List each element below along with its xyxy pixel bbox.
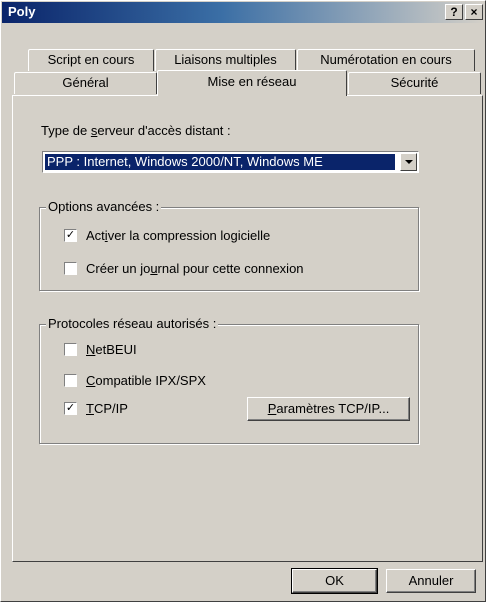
- server-type-label: Type de serveur d'accès distant :: [41, 123, 231, 138]
- server-type-selected-value: PPP : Internet, Windows 2000/NT, Windows…: [44, 153, 396, 171]
- protocols-title: Protocoles réseau autorisés :: [46, 316, 219, 331]
- advanced-options-title: Options avancées :: [46, 199, 162, 214]
- compression-checkbox[interactable]: ✓: [64, 229, 77, 242]
- server-type-dropdown-button[interactable]: [400, 153, 417, 171]
- tab-mise-en-reseau[interactable]: Mise en réseau: [157, 70, 347, 96]
- dialog-window: Poly ? × Script en cours Liaisons multip…: [0, 0, 486, 602]
- netbeui-checkbox[interactable]: [64, 343, 77, 356]
- tab-liaisons-multiples[interactable]: Liaisons multiples: [155, 49, 296, 71]
- tcpip-settings-button[interactable]: Paramètres TCP/IP...: [247, 397, 410, 421]
- tab-securite[interactable]: Sécurité: [348, 72, 481, 94]
- close-button[interactable]: ×: [465, 4, 483, 20]
- ipx-checkbox[interactable]: [64, 374, 77, 387]
- netbeui-label: NetBEUI: [86, 342, 137, 357]
- help-button[interactable]: ?: [445, 4, 463, 20]
- tab-general[interactable]: Général: [14, 72, 157, 94]
- cancel-button[interactable]: Annuler: [386, 569, 476, 593]
- title-bar[interactable]: Poly ? ×: [2, 2, 485, 23]
- ipx-label: Compatible IPX/SPX: [86, 373, 206, 388]
- window-title: Poly: [8, 4, 36, 19]
- chevron-down-icon: [405, 160, 413, 164]
- ok-button[interactable]: OK: [291, 568, 378, 594]
- tcpip-label: TCP/IP: [86, 401, 128, 416]
- server-type-select[interactable]: PPP : Internet, Windows 2000/NT, Windows…: [42, 151, 419, 173]
- check-mark-icon: ✓: [65, 229, 76, 241]
- check-mark-icon: ✓: [65, 402, 76, 414]
- tab-numerotation-en-cours[interactable]: Numérotation en cours: [297, 49, 475, 71]
- journal-checkbox[interactable]: [64, 262, 77, 275]
- advanced-options-group: Options avancées :: [39, 199, 419, 291]
- tcpip-checkbox[interactable]: ✓: [64, 402, 77, 415]
- compression-label: Activer la compression logicielle: [86, 228, 271, 243]
- journal-label: Créer un journal pour cette connexion: [86, 261, 304, 276]
- tab-script-en-cours[interactable]: Script en cours: [28, 49, 154, 71]
